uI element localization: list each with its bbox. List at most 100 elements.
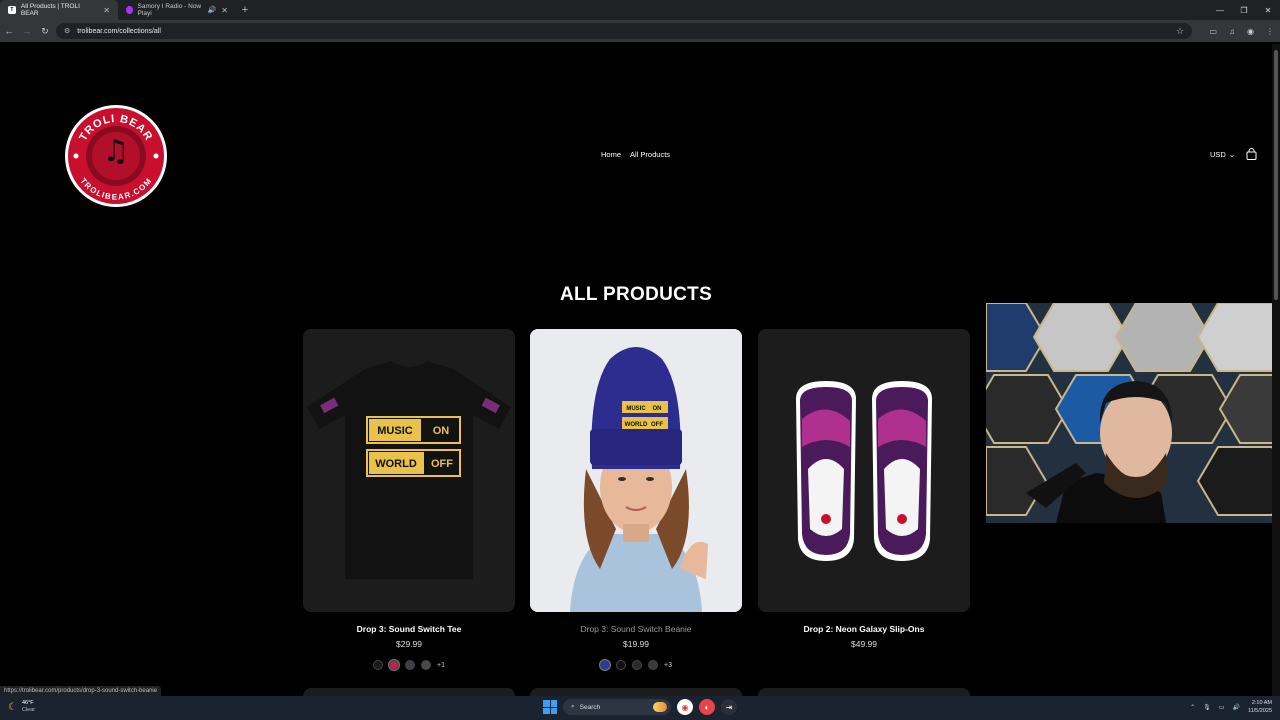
bookmark-star-icon[interactable]: ☆	[1176, 26, 1184, 37]
product-price: $29.99	[396, 639, 422, 649]
print-word: WORLD	[625, 422, 648, 428]
microphone-icon[interactable]: 🎙	[1203, 704, 1211, 711]
browser-toolbar: ← → ↻ ⚙ trolibear.com/collections/all ☆ …	[0, 20, 1280, 42]
address-text: trolibear.com/collections/all	[77, 27, 161, 35]
print-word: MUSIC	[377, 425, 413, 437]
chevron-down-icon: ⌄	[1228, 150, 1236, 159]
toolbar-extensions: ▭ ♫ ◉ ⋮	[1209, 20, 1274, 42]
close-icon[interactable]: ✕	[221, 6, 228, 15]
main-nav: Home All Products	[601, 150, 670, 159]
product-card-slip-ons[interactable]: Drop 2: Neon Galaxy Slip-Ons $49.99	[758, 329, 970, 649]
tab-title: Samory I Radio - Now Playi	[137, 3, 202, 17]
app-icon[interactable]: ⇥	[721, 699, 737, 715]
restore-icon[interactable]: ❐	[1232, 0, 1256, 20]
site-info-icon[interactable]: ⚙	[64, 27, 70, 35]
beanie-model-image: MUSIC ON WORLD OFF	[530, 329, 742, 612]
scrollbar-thumb[interactable]	[1274, 50, 1278, 300]
print-word: OFF	[651, 422, 663, 428]
swatch-blue[interactable]	[600, 660, 610, 670]
product-price: $49.99	[851, 639, 877, 649]
more-swatches-count[interactable]: +3	[664, 662, 672, 669]
print-word: WORLD	[375, 458, 417, 470]
windows-taskbar: ☾ 46°F Clear ⌕ Search ◉ ◐ ⇥ ⌃ 🎙 ▭ 🔊 2:10…	[0, 696, 1280, 720]
app-icon[interactable]: ◐	[699, 699, 715, 715]
swatch-red[interactable]	[389, 660, 399, 670]
chrome-icon[interactable]: ◉	[677, 699, 693, 715]
system-tray: ⌃ 🎙 ▭ 🔊 2:10 AM 11/5/2025	[1190, 699, 1272, 715]
swatch-gray[interactable]	[648, 660, 658, 670]
cart-icon[interactable]	[1246, 148, 1257, 160]
product-name[interactable]: Drop 3: Sound Switch Beanie	[530, 624, 742, 634]
swatch-gray[interactable]	[421, 660, 431, 670]
troli-bear-logo[interactable]: ♫ TROLI BEAR TROLIBEAR.COM	[64, 104, 168, 208]
search-highlight-icon	[653, 702, 667, 712]
media-icon[interactable]: ♫	[1229, 27, 1235, 36]
product-card-tee[interactable]: MUSIC ON WORLD OFF Drop 3: Sound Switch …	[303, 329, 515, 670]
page-scrollbar[interactable]	[1272, 44, 1280, 696]
product-name[interactable]: Drop 3: Sound Switch Tee	[303, 624, 515, 634]
webcam-overlay	[986, 303, 1280, 523]
tab-all-products[interactable]: T All Products | TROLI BEAR ✕	[0, 0, 118, 20]
product-card-next[interactable]	[303, 688, 515, 696]
swatch-black[interactable]	[616, 660, 626, 670]
close-window-icon[interactable]: ✕	[1256, 0, 1280, 20]
radio-favicon	[126, 6, 133, 14]
clock[interactable]: 2:10 AM 11/5/2025	[1248, 699, 1272, 715]
volume-icon[interactable]: 🔊	[1232, 704, 1239, 711]
nav-home[interactable]: Home	[601, 150, 621, 159]
window-controls: — ❐ ✕	[1208, 0, 1280, 20]
minimize-icon[interactable]: —	[1208, 0, 1232, 20]
print-word: MUSIC	[626, 406, 646, 412]
currency-label: USD	[1210, 150, 1226, 159]
swatch-navy[interactable]	[405, 660, 415, 670]
speaker-icon[interactable]: 🔊	[208, 6, 217, 14]
product-card-next[interactable]	[758, 688, 970, 696]
chevron-up-icon[interactable]: ⌃	[1190, 704, 1195, 711]
swatch-charcoal[interactable]	[632, 660, 642, 670]
menu-icon[interactable]: ⋮	[1266, 27, 1274, 36]
close-icon[interactable]: ✕	[103, 6, 110, 15]
color-swatches: +3	[530, 660, 742, 670]
clock-time: 2:10 AM	[1251, 700, 1272, 706]
browser-tab-strip: T All Products | TROLI BEAR ✕ Samory I R…	[0, 0, 1280, 20]
print-word: OFF	[431, 458, 453, 470]
nav-all-products[interactable]: All Products	[630, 150, 670, 159]
streamer-webcam-image	[986, 303, 1280, 523]
cast-icon[interactable]: ▭	[1209, 27, 1217, 36]
network-icon[interactable]: ▭	[1219, 704, 1225, 711]
product-image[interactable]	[758, 329, 970, 612]
product-image[interactable]: MUSIC ON WORLD OFF	[530, 329, 742, 612]
reload-icon[interactable]: ↻	[36, 20, 54, 42]
back-icon[interactable]: ←	[0, 20, 18, 42]
color-swatches: +1	[303, 660, 515, 670]
currency-selector[interactable]: USD ⌄	[1210, 150, 1235, 159]
product-card-next[interactable]	[530, 688, 742, 696]
more-swatches-count[interactable]: +1	[437, 662, 445, 669]
black-tshirt-image: MUSIC ON WORLD OFF	[307, 361, 511, 579]
weather-temp: 46°F	[21, 700, 34, 706]
product-card-beanie[interactable]: MUSIC ON WORLD OFF Drop 3: Sound Switch …	[530, 329, 742, 670]
print-word: ON	[433, 425, 450, 437]
moon-icon: ☾	[8, 701, 17, 713]
troli-bear-favicon: T	[8, 6, 16, 14]
taskbar-apps: ⌕ Search ◉ ◐ ⇥	[543, 699, 737, 715]
search-placeholder: Search	[579, 703, 601, 711]
print-word: ON	[653, 406, 662, 412]
taskbar-search[interactable]: ⌕ Search	[563, 699, 671, 715]
swatch-black[interactable]	[373, 660, 383, 670]
tab-samory-radio[interactable]: Samory I Radio - Now Playi 🔊 ✕	[118, 0, 236, 20]
clock-date: 11/5/2025	[1247, 708, 1272, 714]
slip-on-shoes-image	[758, 329, 970, 612]
weather-widget[interactable]: ☾ 46°F Clear	[8, 700, 35, 714]
svg-text:♫: ♫	[103, 134, 130, 169]
forward-icon[interactable]: →	[18, 20, 36, 42]
product-image[interactable]: MUSIC ON WORLD OFF	[303, 329, 515, 612]
new-tab-button[interactable]: +	[236, 0, 254, 20]
product-name[interactable]: Drop 2: Neon Galaxy Slip-Ons	[758, 624, 970, 634]
address-bar[interactable]: ⚙ trolibear.com/collections/all ☆	[56, 23, 1192, 39]
status-link-preview: https://trolibear.com/products/drop-3-so…	[0, 686, 162, 696]
product-price: $19.99	[623, 639, 649, 649]
profile-icon[interactable]: ◉	[1247, 27, 1254, 36]
tab-title: All Products | TROLI BEAR	[20, 3, 80, 17]
windows-start-icon[interactable]	[543, 700, 557, 714]
